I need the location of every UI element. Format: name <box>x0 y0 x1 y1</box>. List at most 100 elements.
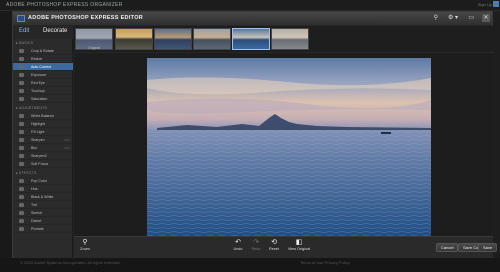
crop-icon <box>19 49 24 53</box>
tool-red-eye[interactable]: Red Eye <box>13 79 73 87</box>
tool-distort[interactable]: Distort <box>13 217 73 225</box>
tool-crop-rotate[interactable]: Crop & Rotate <box>13 47 73 55</box>
tool-touchup[interactable]: Touchup <box>13 87 73 95</box>
tool-label: Highlight <box>31 122 45 126</box>
tool-sharpen[interactable]: Sharpen OFF <box>13 136 73 144</box>
thumbnail-variant[interactable] <box>154 28 192 50</box>
tool-label: Black & White <box>31 195 54 199</box>
tool-resize[interactable]: Resize <box>13 55 73 63</box>
tool-pop-color[interactable]: Pop Color <box>13 177 73 185</box>
tool-label: Distort <box>31 219 42 223</box>
tool-label: Resize <box>31 57 42 61</box>
section-effects-header[interactable]: ▸ EFFECTS <box>16 171 36 175</box>
tool-label: Red Eye <box>31 81 45 85</box>
redo-icon: ↷ <box>253 239 259 246</box>
sharpen-icon <box>19 154 24 158</box>
tool-label: Pixelate <box>31 227 44 231</box>
editor-dialog: ADOBE PHOTOSHOP EXPRESS EDITOR ⚲ ⚙ ▾ ▭ ✕… <box>12 11 498 258</box>
tool-label: Pop Color <box>31 179 47 183</box>
compare-icon: ◧ <box>295 239 303 246</box>
fullscreen-icon[interactable]: ▭ <box>468 14 474 21</box>
tab-edit[interactable]: Edit <box>19 28 29 34</box>
footer-links[interactable]: Terms of Use Privacy Policy <box>300 260 350 265</box>
tool-label: Crop & Rotate <box>31 49 54 53</box>
tool-label: Blur <box>31 146 38 150</box>
reset-icon: ⟲ <box>271 239 277 246</box>
exposure-icon <box>19 73 24 77</box>
organizer-left-panel <box>0 11 12 261</box>
white-balance-icon <box>19 114 24 118</box>
sky-region <box>147 58 431 130</box>
tool-label: Auto Correct <box>31 65 52 69</box>
tool-auto-correct[interactable]: Auto Correct <box>13 63 73 71</box>
zoom-label: Zoom <box>80 247 90 251</box>
settings-menu-icon[interactable]: ⚙ ▾ <box>448 14 458 21</box>
highlight-icon <box>19 122 24 126</box>
tool-label: Exposure <box>31 73 47 77</box>
tool-label: Soft Focus <box>31 162 49 166</box>
organizer-title-bar: ADOBE PHOTOSHOP EXPRESS ORGANIZER Sign U… <box>0 0 500 11</box>
tool-saturation[interactable]: Saturation <box>13 95 73 103</box>
view-original-button[interactable]: ◧ View Original <box>285 239 313 251</box>
wand-icon <box>19 65 24 69</box>
tool-pixelate[interactable]: Pixelate <box>13 225 73 233</box>
tool-label: Sharpen2 <box>31 154 47 158</box>
edited-photo[interactable] <box>147 58 431 236</box>
undo-button[interactable]: ↶ Undo <box>230 239 246 251</box>
brush-icon <box>19 89 24 93</box>
tool-label: Fill Light <box>31 130 45 134</box>
eye-icon <box>19 81 24 85</box>
tool-label: Hue <box>31 187 38 191</box>
tool-label: Touchup <box>31 89 45 93</box>
thumbnail-original-label: Original <box>87 46 101 50</box>
saturation-icon <box>19 97 24 101</box>
undo-icon: ↶ <box>235 239 241 246</box>
reset-button[interactable]: ⟲ Reset <box>266 239 282 251</box>
zoom-icon: ⚲ <box>82 239 88 246</box>
pixelate-icon <box>19 227 24 231</box>
tab-decorate[interactable]: Decorate <box>43 28 67 34</box>
search-icon[interactable]: ⚲ <box>434 14 438 21</box>
cancel-button[interactable]: Cancel <box>436 243 459 252</box>
fill-light-icon <box>19 130 24 134</box>
tool-blur[interactable]: Blur OFF <box>13 144 73 152</box>
thumbnail-variant[interactable] <box>193 28 231 50</box>
organizer-footer: © 2009 Adobe Systems Incorporated. All r… <box>0 258 500 272</box>
section-basics-header[interactable]: ▸ BASICS <box>16 41 33 45</box>
thumbnail-variant[interactable] <box>271 28 309 50</box>
blur-icon <box>19 146 24 150</box>
tool-exposure[interactable]: Exposure <box>13 71 73 79</box>
tool-status-badge: OFF <box>64 146 70 150</box>
pop-color-icon <box>19 179 24 183</box>
zoom-button[interactable]: ⚲ Zoom <box>78 239 92 251</box>
tool-label: Tint <box>31 203 37 207</box>
tool-black-white[interactable]: Black & White <box>13 193 73 201</box>
tool-status-badge: OFF <box>64 138 70 142</box>
tool-sketch[interactable]: Sketch <box>13 209 73 217</box>
organizer-close-button[interactable] <box>493 1 499 7</box>
thumbnail-variant-selected[interactable] <box>232 28 270 50</box>
tool-sharpen-2[interactable]: Sharpen2 <box>13 152 73 160</box>
resize-icon <box>19 57 24 61</box>
preview-thumbnail-strip: Original <box>73 26 493 52</box>
sharpen-icon <box>19 138 24 142</box>
tool-white-balance[interactable]: White Balance <box>13 112 73 120</box>
tool-fill-light[interactable]: Fill Light <box>13 128 73 136</box>
footer-copyright: © 2009 Adobe Systems Incorporated. All r… <box>20 260 121 265</box>
tool-soft-focus[interactable]: Soft Focus <box>13 160 73 168</box>
redo-button[interactable]: ↷ Redo <box>248 239 264 251</box>
thumbnail-original[interactable]: Original <box>75 28 113 50</box>
close-icon[interactable]: ✕ <box>482 14 490 22</box>
tool-tint[interactable]: Tint <box>13 201 73 209</box>
reset-label: Reset <box>269 247 279 251</box>
organizer-title: ADOBE PHOTOSHOP EXPRESS ORGANIZER <box>6 2 123 8</box>
thumbnail-variant[interactable] <box>115 28 153 50</box>
signup-link[interactable]: Sign Up <box>478 2 492 7</box>
tool-highlight[interactable]: Highlight <box>13 120 73 128</box>
tool-hue[interactable]: Hue <box>13 185 73 193</box>
section-adjustments-header[interactable]: ▸ ADJUSTMENTS <box>16 106 47 110</box>
save-button[interactable]: Save <box>478 243 498 252</box>
hue-icon <box>19 187 24 191</box>
distort-icon <box>19 219 24 223</box>
black-white-icon <box>19 195 24 199</box>
